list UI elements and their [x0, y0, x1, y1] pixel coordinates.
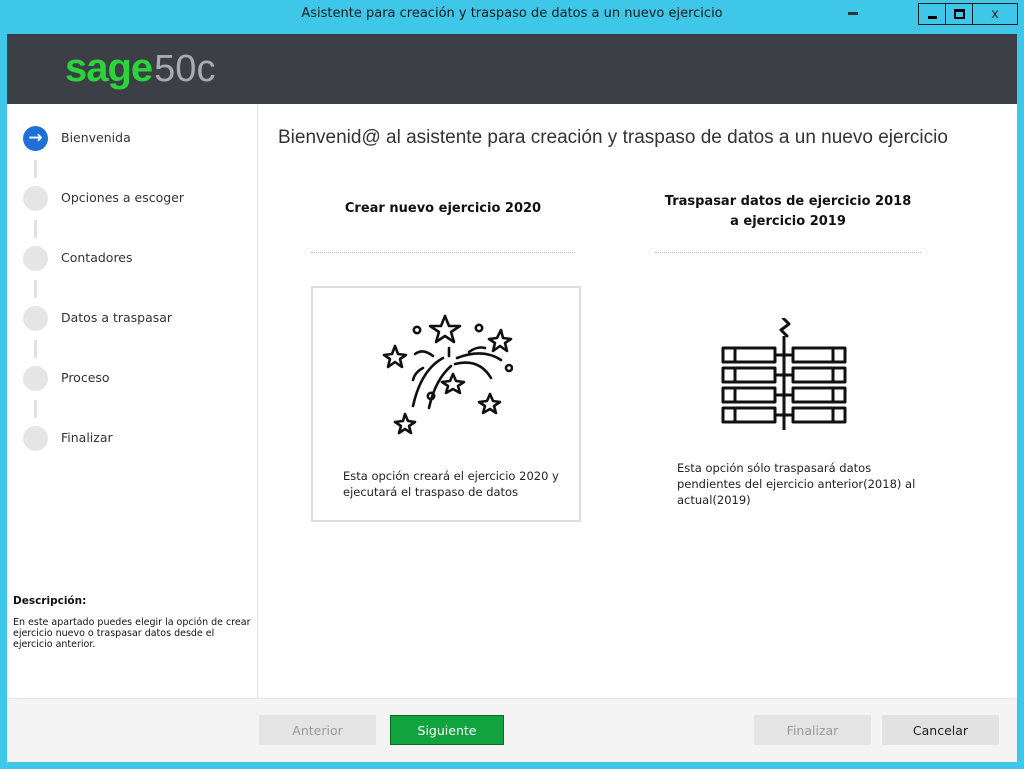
step-label: Proceso [61, 370, 110, 385]
step-dot [23, 426, 48, 451]
step-dot [23, 186, 48, 211]
window-controls: x [918, 3, 1018, 27]
option-create-heading: Crear nuevo ejercicio 2020 [344, 201, 542, 216]
option-transfer-heading-line1: Traspasar datos de ejercicio 2018 [664, 194, 912, 209]
maximize-icon [954, 9, 965, 19]
option-transfer-heading: Traspasar datos de ejercicio 2018 a ejer… [652, 192, 924, 232]
step-connector [34, 220, 37, 238]
steps-sidebar: → Bienvenida Opciones a escoger Contador… [7, 104, 258, 698]
page-title: Bienvenid@ al asistente para creación y … [278, 127, 948, 148]
minimize-button[interactable] [918, 3, 946, 25]
fireworks-icon [382, 314, 513, 435]
window-title: Asistente para creación y traspaso de da… [301, 6, 723, 21]
close-icon: x [991, 5, 999, 21]
step-dot [23, 306, 48, 331]
step-label: Finalizar [61, 430, 113, 445]
option-transfer-text: Esta opción sólo traspasará datos pendie… [677, 461, 916, 507]
step-connector [34, 280, 37, 298]
finish-button[interactable]: Finalizar [754, 715, 871, 745]
description-text: En este apartado puedes elegir la opción… [13, 617, 251, 650]
step-active-dot: → [23, 126, 48, 151]
arrow-right-icon: → [28, 128, 43, 148]
step-dot [23, 246, 48, 271]
step-label: Datos a traspasar [61, 310, 173, 325]
option-create-card[interactable]: Esta opción creará el ejercicio 2020 y e… [311, 286, 581, 522]
logo-name: sage [65, 46, 153, 90]
option-transfer-heading-line2: a ejercicio 2019 [730, 214, 846, 229]
description-panel: Descripción: En este apartado puedes ele… [13, 595, 253, 650]
step-label: Bienvenida [61, 130, 131, 145]
step-connector [34, 160, 37, 178]
maximize-button[interactable] [945, 3, 973, 25]
brand-header: sage50c [7, 34, 1017, 104]
window-menu-icon[interactable] [848, 12, 858, 15]
option-transfer-card[interactable]: Esta opción sólo traspasará datos pendie… [655, 286, 925, 522]
minimize-icon [928, 16, 937, 19]
step-label: Contadores [61, 250, 133, 265]
close-button[interactable]: x [972, 3, 1018, 25]
divider [655, 252, 921, 253]
sage-logo: sage50c [65, 46, 215, 99]
divider [311, 252, 575, 253]
main-content: Bienvenid@ al asistente para creación y … [259, 104, 1017, 698]
cancel-button[interactable]: Cancelar [882, 715, 999, 745]
option-create-text: Esta opción creará el ejercicio 2020 y e… [343, 469, 559, 499]
step-connector [34, 340, 37, 358]
logo-model: 50c [154, 48, 216, 90]
step-connector [34, 400, 37, 418]
description-title: Descripción: [13, 595, 87, 607]
next-button[interactable]: Siguiente [390, 715, 504, 745]
footer-bar: Anterior Siguiente Finalizar Cancelar [7, 698, 1017, 762]
title-bar: Asistente para creación y traspaso de da… [0, 0, 1024, 34]
prev-button[interactable]: Anterior [259, 715, 376, 745]
data-transfer-icon [721, 318, 847, 430]
step-dot [23, 366, 48, 391]
wizard-window: sage50c → Bienvenida Opciones a escoger … [7, 34, 1017, 762]
step-label: Opciones a escoger [61, 190, 184, 205]
